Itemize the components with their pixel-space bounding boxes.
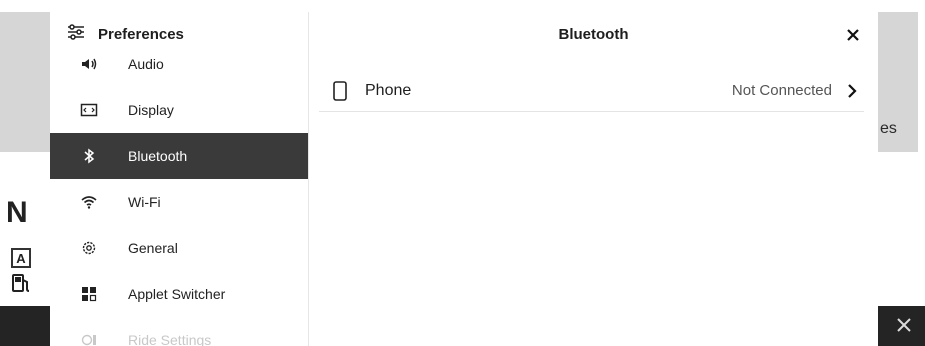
wifi-icon (80, 193, 98, 211)
grid-icon (80, 285, 98, 303)
sliders-icon (66, 22, 86, 47)
sidebar-nav: Audio Display Bluetooth Wi-Fi General Ap… (50, 41, 308, 346)
background-partial-label: es (880, 120, 897, 137)
close-icon (847, 29, 859, 41)
auto-hold-badge: A (11, 248, 31, 268)
sidebar-header: Preferences (50, 12, 308, 56)
ride-settings-icon (80, 331, 98, 346)
sidebar-item-applet-switcher[interactable]: Applet Switcher (50, 271, 308, 317)
connection-status: Not Connected (731, 82, 832, 99)
chevron-right-icon (848, 83, 857, 98)
sidebar-item-wifi[interactable]: Wi-Fi (50, 179, 308, 225)
sidebar-item-label: Bluetooth (128, 148, 188, 164)
display-icon (80, 101, 98, 119)
close-button[interactable] (844, 26, 862, 44)
sidebar-item-display[interactable]: Display (50, 87, 308, 133)
phone-row[interactable]: Phone Not Connected (319, 70, 864, 112)
sidebar-item-label: Audio (128, 56, 164, 72)
speaker-icon (80, 55, 98, 73)
sidebar-item-label: Applet Switcher (128, 286, 226, 302)
gear-icon (80, 239, 98, 257)
bluetooth-icon (80, 147, 98, 165)
preferences-sidebar: Audio Display Bluetooth Wi-Fi General Ap… (50, 12, 309, 346)
sidebar-item-general[interactable]: General (50, 225, 308, 271)
sidebar-item-label: Display (128, 102, 174, 118)
page-title: Bluetooth (558, 26, 629, 43)
sidebar-item-ride-settings[interactable]: Ride Settings (50, 317, 308, 346)
sidebar-item-bluetooth[interactable]: Bluetooth (50, 133, 308, 179)
close-icon[interactable] (893, 314, 915, 336)
sidebar-item-label: Wi-Fi (128, 194, 161, 210)
phone-icon (333, 80, 347, 101)
sidebar-item-label: General (128, 240, 178, 256)
device-label: Phone (365, 81, 412, 99)
sidebar-item-label: Ride Settings (128, 332, 212, 346)
fuel-icon (12, 274, 30, 292)
preferences-modal: Audio Display Bluetooth Wi-Fi General Ap… (50, 12, 878, 346)
sidebar-title: Preferences (98, 25, 184, 43)
bluetooth-panel: Bluetooth Phone Not Connected (309, 12, 878, 346)
gear-indicator: N (6, 196, 28, 229)
